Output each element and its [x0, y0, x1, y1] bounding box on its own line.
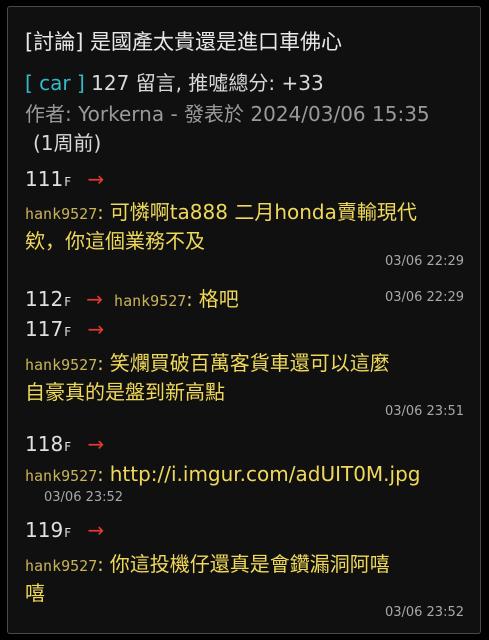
comment-user[interactable]: hank9527: [114, 292, 186, 310]
comment-time: 03/06 23:52: [44, 490, 124, 505]
comment-user[interactable]: hank9527: [25, 557, 97, 575]
comment-user[interactable]: hank9527: [25, 467, 97, 485]
floor-label: 118F →: [25, 432, 105, 456]
arrow-icon: →: [87, 432, 105, 456]
arrow-icon: →: [86, 287, 103, 311]
floor-label: 111F →: [25, 167, 105, 191]
comment-text-cont: 嘻: [25, 581, 45, 605]
board-tag[interactable]: [ car ]: [25, 71, 85, 95]
comment-link[interactable]: http://i.imgur.com/adUIT0M.jpg: [110, 462, 421, 486]
comment-text: 笑爛買破百萬客貨車還可以這麼: [109, 351, 390, 375]
comment-user[interactable]: hank9527: [25, 356, 97, 374]
post-stats: 127 留言, 推噓總分: +33: [91, 71, 324, 95]
post-meta: [ car ] 127 留言, 推噓總分: +33: [25, 67, 324, 96]
comment-time: 03/06 22:29: [384, 254, 464, 269]
floor-label: 112F: [25, 287, 72, 311]
relative-time: (1周前): [33, 131, 102, 155]
comment-user[interactable]: hank9527: [25, 205, 97, 223]
arrow-icon: →: [87, 167, 105, 191]
post-card: [討論] 是國產太貴還是進口車佛心 [ car ] 127 留言, 推噓總分: …: [7, 6, 481, 634]
comment-time: 03/06 23:51: [384, 404, 464, 419]
comment-time: 03/06 23:52: [384, 605, 464, 620]
comment-time: 03/06 22:29: [384, 290, 464, 305]
post-title[interactable]: [討論] 是國產太貴還是進口車佛心: [25, 26, 342, 56]
comment-text: 格吧: [198, 287, 239, 311]
comment-text: 你這投機仔還真是會鑽漏洞阿嘻: [109, 552, 390, 576]
floor-label: 117F →: [25, 317, 105, 341]
comment-text-cont: 自豪真的是盤到新高點: [25, 380, 225, 404]
author-line: 作者: Yorkerna - 發表於 2024/03/06 15:35: [25, 102, 430, 126]
arrow-icon: →: [87, 518, 105, 542]
floor-label: 119F →: [25, 518, 105, 542]
comment-text-cont: 欸，你這個業務不及: [25, 229, 205, 253]
arrow-icon: →: [87, 317, 105, 341]
comment-text: 可憐啊ta888 二月honda賣輸現代: [109, 200, 417, 224]
